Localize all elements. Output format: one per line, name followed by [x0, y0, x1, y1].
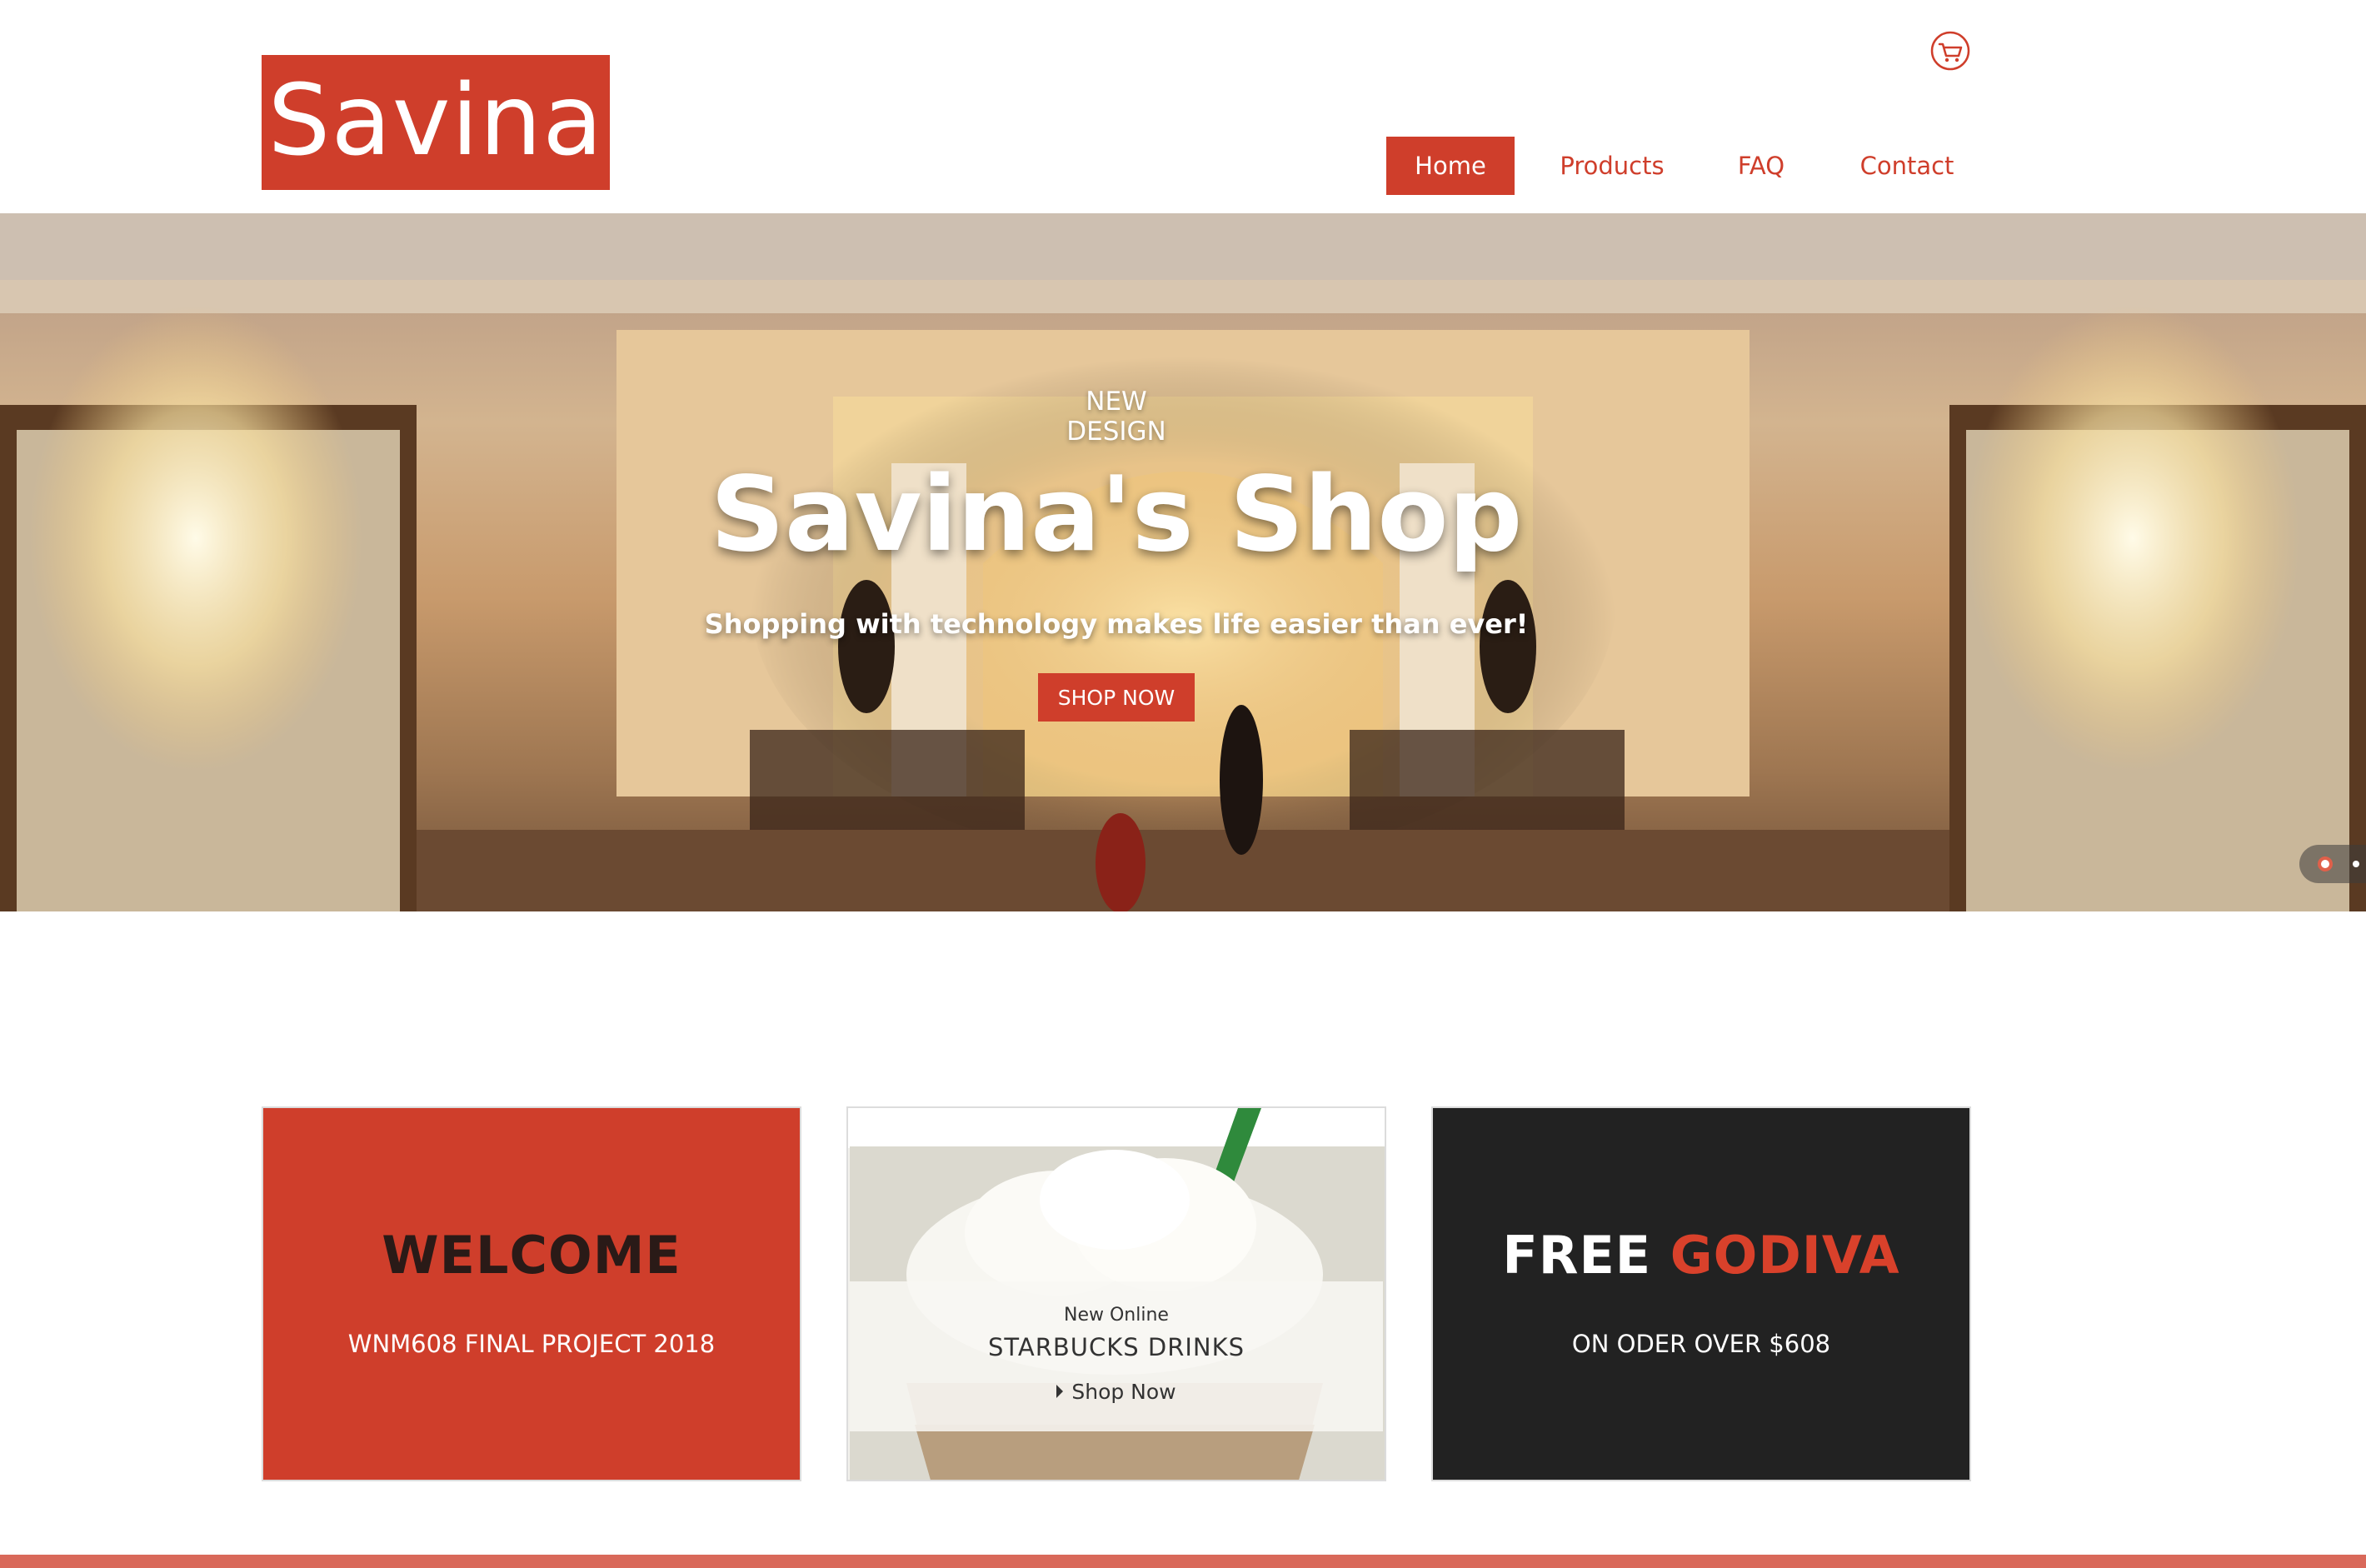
nav-products[interactable]: Products [1515, 137, 1710, 195]
starbucks-kicker: New Online [1064, 1305, 1169, 1326]
welcome-title: WELCOME [382, 1225, 681, 1286]
slider-dot[interactable] [2353, 861, 2359, 867]
main-nav: Home Products FAQ Contact [1386, 137, 2001, 195]
slider-pagination [2299, 845, 2366, 883]
welcome-card: WELCOME WNM608 FINAL PROJECT 2018 [262, 1106, 801, 1481]
godiva-title-part1: FREE [1502, 1225, 1652, 1286]
caret-right-icon [1056, 1385, 1064, 1398]
starbucks-shop-now-link[interactable]: Shop Now [848, 1380, 1385, 1404]
hero-subtitle: NEW DESIGN [1066, 387, 1166, 447]
godiva-subtitle: ON ODER OVER $608 [1571, 1330, 1831, 1358]
welcome-subtitle: WNM608 FINAL PROJECT 2018 [347, 1330, 716, 1358]
hero-tagline: Shopping with technology makes life easi… [704, 608, 1529, 640]
shop-now-button[interactable]: SHOP NOW [1038, 673, 1195, 722]
hero-slider: NEW DESIGN Savina's Shop Shopping with t… [0, 213, 2366, 911]
slider-dot-active[interactable] [2318, 856, 2333, 871]
nav-home[interactable]: Home [1386, 137, 1515, 195]
godiva-title-part2: GODIVA [1670, 1225, 1900, 1286]
nav-contact[interactable]: Contact [1813, 137, 2001, 195]
godiva-title: FREE GODIVA [1433, 1225, 1969, 1286]
logo[interactable]: Savina [262, 55, 610, 190]
footer-accent-bar [0, 1555, 2366, 1568]
starbucks-shop-now-label: Shop Now [1071, 1380, 1176, 1404]
starbucks-card[interactable]: New Online STARBUCKS DRINKS Shop Now [846, 1106, 1386, 1481]
site-header: Savina Home Products FAQ Contact [0, 0, 2366, 213]
logo-text: Savina [267, 62, 604, 177]
starbucks-title: STARBUCKS DRINKS [987, 1333, 1245, 1361]
nav-faq[interactable]: FAQ [1710, 137, 1813, 195]
shopping-cart-icon[interactable] [1929, 30, 1971, 72]
hero-title: Savina's Shop [710, 455, 1523, 575]
godiva-card: FREE GODIVA ON ODER OVER $608 [1431, 1106, 1971, 1481]
